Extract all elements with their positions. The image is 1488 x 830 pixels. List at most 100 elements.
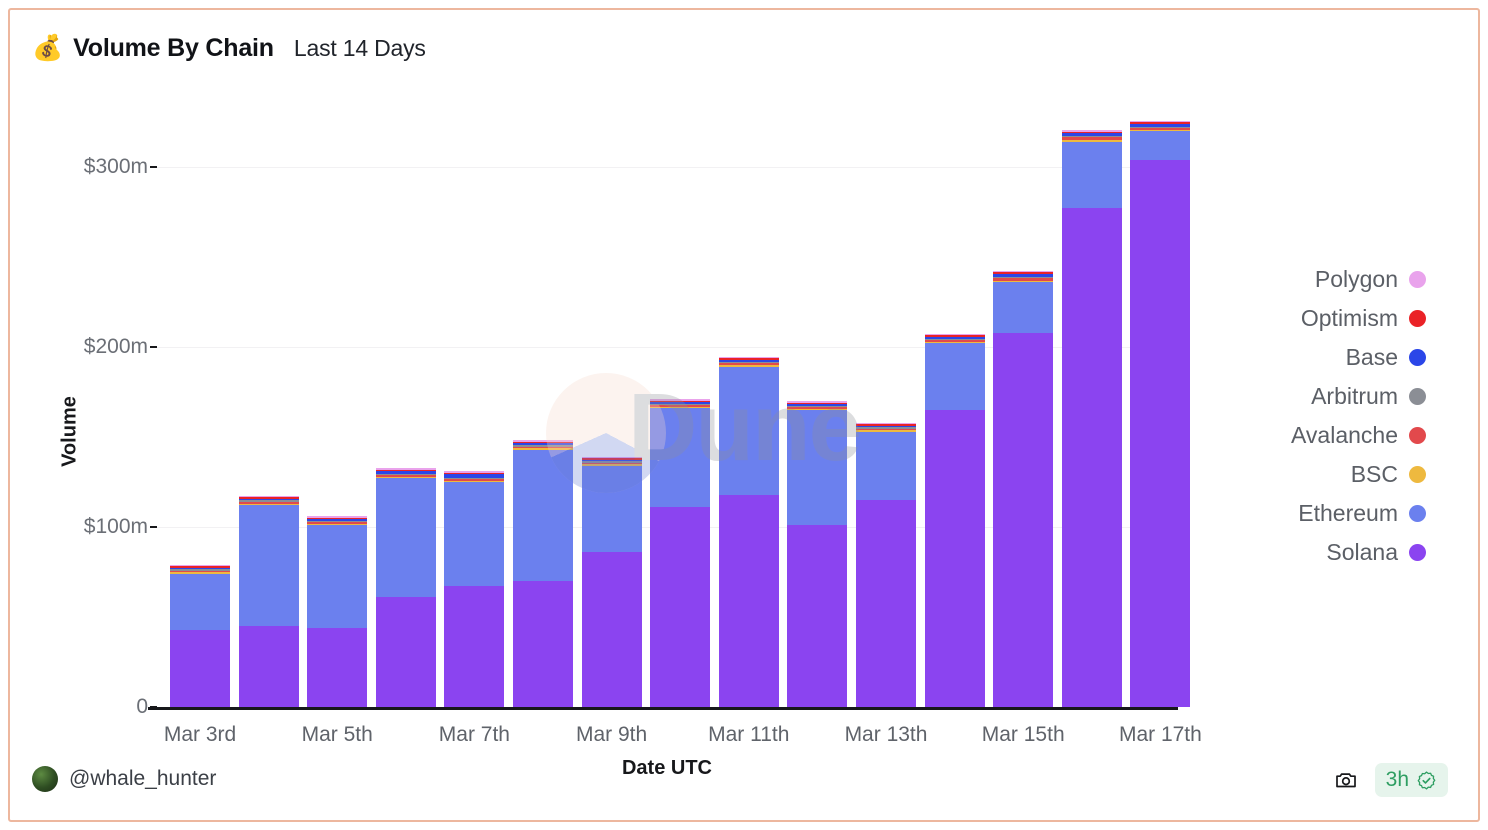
bar-segment-ethereum	[856, 431, 916, 500]
legend-item-label: Polygon	[1314, 265, 1398, 292]
bar-segment-ethereum	[924, 343, 985, 410]
bar-stack[interactable]	[924, 333, 985, 707]
chart-plot-area: Dune 0 $100m $200m $300m Mar 3rd Mar 5th Mar …	[10, 10, 1482, 824]
bar-segment-ethereum	[993, 282, 1054, 333]
legend-item-label: Avalanche	[1291, 421, 1398, 448]
bar-stack[interactable]	[581, 456, 642, 707]
bar-segment-solana	[856, 500, 916, 707]
gridline	[152, 167, 1182, 168]
bar-stack[interactable]	[513, 440, 573, 707]
legend-color-swatch	[1409, 387, 1426, 405]
y-axis-tick-label: $100m	[83, 515, 148, 538]
freshness-label: 3h	[1385, 768, 1409, 791]
bar-segment-ethereum	[787, 410, 848, 526]
legend-color-swatch	[1409, 270, 1426, 288]
status-badge[interactable]: 3h	[1374, 763, 1448, 797]
bar-segment-ethereum	[307, 525, 368, 628]
bar-stack[interactable]	[238, 495, 299, 707]
bar-segment-solana	[170, 629, 230, 707]
legend-item-label: BSC	[1350, 460, 1398, 487]
bar-stack[interactable]	[444, 471, 505, 707]
x-axis-tick-label: Mar 11th	[708, 723, 790, 746]
legend-item-label: Solana	[1326, 538, 1398, 565]
author-attribution: @whale_hunter	[32, 766, 216, 792]
legend-item-label: Optimism	[1300, 304, 1398, 331]
x-axis-line	[148, 707, 1178, 710]
legend-color-swatch	[1409, 309, 1426, 327]
x-axis-tick-label: Mar 17th	[1118, 723, 1202, 746]
legend-color-swatch	[1409, 348, 1426, 366]
legend-item-optimism[interactable]: Optimism	[1291, 301, 1426, 335]
x-axis-tick-label: Mar 3rd	[163, 723, 237, 746]
legend-item-label: Base	[1345, 343, 1398, 370]
legend-item-polygon[interactable]: Polygon	[1291, 262, 1426, 296]
legend-color-swatch	[1409, 504, 1426, 522]
author-username: @whale_hunter	[69, 767, 217, 790]
bar-segment-solana	[924, 410, 985, 707]
bar-stack[interactable]	[375, 468, 436, 707]
bar-stack[interactable]	[787, 401, 848, 707]
bar-segment-solana	[444, 586, 505, 707]
bar-segment-solana	[513, 581, 573, 707]
bar-stack[interactable]	[1130, 120, 1191, 707]
bar-segment-ethereum	[170, 573, 230, 630]
x-axis-tick-label: Mar 5th	[301, 723, 373, 746]
legend-item-bsc[interactable]: BSC	[1291, 457, 1426, 491]
bar-stack[interactable]	[718, 356, 779, 707]
bar-segment-solana	[993, 332, 1054, 707]
bar-segment-ethereum	[444, 482, 505, 587]
x-axis-tick-label: Mar 15th	[981, 723, 1065, 746]
bar-stack[interactable]	[1061, 130, 1122, 707]
bar-segment-solana	[1130, 159, 1191, 707]
bar-segment-solana	[307, 627, 368, 707]
bar-segment-ethereum	[650, 408, 711, 508]
y-axis-tick-label: $300m	[83, 155, 148, 178]
bar-segment-solana	[650, 507, 711, 707]
legend-item-label: Ethereum	[1298, 499, 1398, 526]
y-axis-tick-label: $200m	[83, 335, 148, 358]
bar-segment-ethereum	[718, 366, 779, 495]
legend-item-avalanche[interactable]: Avalanche	[1291, 418, 1426, 452]
avatar	[32, 766, 58, 792]
bar-stack[interactable]	[993, 270, 1054, 707]
bar-segment-solana	[238, 626, 299, 707]
legend-item-ethereum[interactable]: Ethereum	[1291, 496, 1426, 530]
bar-segment-solana	[787, 525, 848, 707]
bar-stack[interactable]	[170, 564, 230, 707]
x-axis-tick-label: Mar 9th	[575, 723, 648, 746]
chart-legend: Polygon Optimism Base Arbitrum Avalanche BSC E…	[1291, 262, 1426, 569]
x-axis-label: Date UTC	[621, 757, 712, 779]
y-axis-tick-mark	[150, 166, 157, 168]
bar-segment-solana	[375, 597, 436, 707]
footer-controls: 3h	[1331, 763, 1448, 797]
bar-segment-solana	[1061, 208, 1122, 707]
bar-segment-solana	[718, 494, 779, 707]
y-axis-label: Volume	[58, 396, 81, 467]
bar-segment-solana	[581, 552, 642, 707]
bar-stack[interactable]	[856, 422, 916, 707]
y-axis-tick-mark	[150, 706, 157, 708]
legend-color-swatch	[1409, 465, 1426, 483]
legend-item-arbitrum[interactable]: Arbitrum	[1291, 379, 1426, 413]
y-axis-tick-mark	[150, 526, 157, 528]
x-axis-tick-label: Mar 13th	[844, 723, 928, 746]
bar-segment-ethereum	[1061, 141, 1122, 209]
bar-segment-ethereum	[1130, 131, 1191, 160]
bar-stack[interactable]	[307, 516, 368, 707]
bar-segment-ethereum	[375, 478, 436, 598]
legend-item-label: Arbitrum	[1311, 382, 1398, 409]
x-axis-tick-label: Mar 7th	[438, 723, 510, 746]
y-axis-tick-mark	[150, 346, 157, 348]
bar-stack[interactable]	[650, 399, 711, 707]
legend-item-solana[interactable]: Solana	[1291, 535, 1426, 569]
bar-segment-ethereum	[581, 465, 642, 553]
legend-color-swatch	[1409, 426, 1426, 444]
camera-icon[interactable]	[1331, 765, 1361, 795]
bar-segment-ethereum	[238, 505, 299, 626]
legend-item-base[interactable]: Base	[1291, 340, 1426, 374]
y-axis-tick-label: 0	[136, 695, 148, 718]
chart-card: 💰 Volume By Chain Last 14 Days Dune 0 $10…	[8, 8, 1480, 822]
bar-segment-ethereum	[513, 449, 573, 581]
legend-color-swatch	[1409, 543, 1426, 561]
verified-check-icon	[1417, 770, 1436, 790]
